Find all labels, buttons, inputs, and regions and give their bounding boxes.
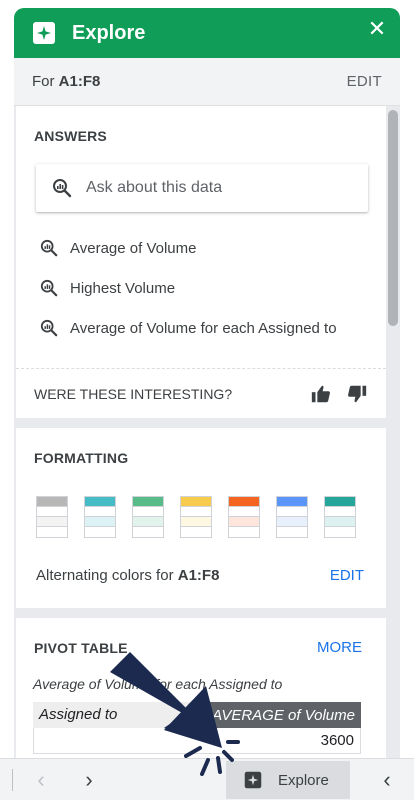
range-label: For A1:F8 [32,73,100,90]
formatting-edit-button[interactable]: EDIT [330,567,364,584]
answers-card: ANSWERS Ask about this data Average of V… [16,106,386,418]
search-data-icon [40,279,58,297]
color-swatch[interactable] [228,496,260,538]
suggestion-item[interactable]: Average of Volume [40,239,196,257]
collapse-panel-icon[interactable]: ‹ [374,767,400,793]
explore-header: Explore ✕ [14,8,400,58]
pivot-subtitle: Average of Volume for each Assigned to [33,676,283,692]
formatting-title: FORMATTING [34,450,129,466]
range-bar: For A1:F8 EDIT [14,58,400,106]
pivot-col-average: AVERAGE of Volume [212,706,355,724]
pivot-header-row: Assigned to AVERAGE of Volume [33,702,361,728]
suggestion-label: Highest Volume [70,279,176,297]
color-swatch[interactable] [36,496,68,538]
color-swatch[interactable] [84,496,116,538]
pivot-cell-value: 3600 [320,732,354,749]
sheet-tab-bar: ‹ › Explore ‹ [0,758,414,800]
explore-panel: ANSWERS Ask about this data Average of V… [14,106,400,758]
color-swatch[interactable] [180,496,212,538]
explore-button-label: Explore [278,771,329,789]
suggestion-item[interactable]: Average of Volume for each Assigned to [40,319,337,337]
panel-title: Explore [72,21,146,44]
pivot-preview-table[interactable]: Assigned to AVERAGE of Volume 3600 [33,702,361,754]
formatting-caption-range: A1:F8 [177,567,220,584]
pivot-col-assigned: Assigned to [33,702,201,728]
thumbs-down-icon[interactable] [346,383,368,405]
close-icon[interactable]: ✕ [366,18,388,40]
explore-icon [244,771,262,789]
range-value: A1:F8 [58,73,101,90]
color-swatches [36,496,366,542]
range-edit-button[interactable]: EDIT [347,73,382,90]
table-row: 3600 [33,728,361,754]
thumbs-up-icon[interactable] [310,383,332,405]
range-prefix: For [32,73,55,90]
explore-logo-icon [33,22,55,44]
explore-button[interactable]: Explore [226,761,350,799]
scroll-left-icon[interactable]: ‹ [28,767,54,793]
tab-divider [12,769,13,791]
pivot-more-button[interactable]: MORE [317,639,362,656]
feedback-question: WERE THESE INTERESTING? [34,385,233,402]
search-data-icon [40,319,58,337]
suggestion-label: Average of Volume [70,239,197,257]
pivot-title: PIVOT TABLE [34,640,128,656]
suggestion-label: Average of Volume for each Assigned to [70,319,337,337]
panel-scrollbar[interactable] [388,110,398,326]
color-swatch[interactable] [324,496,356,538]
ask-placeholder: Ask about this data [86,179,223,196]
scroll-right-icon[interactable]: › [76,767,102,793]
search-data-icon [40,239,58,257]
answers-title: ANSWERS [34,128,107,144]
color-swatch[interactable] [132,496,164,538]
suggestion-item[interactable]: Highest Volume [40,279,175,297]
color-swatch[interactable] [276,496,308,538]
feedback-row: WERE THESE INTERESTING? [16,368,386,418]
formatting-caption: Alternating colors for A1:F8 [36,567,219,584]
formatting-caption-prefix: Alternating colors for [36,567,174,584]
search-data-icon [53,179,72,198]
ask-data-input[interactable]: Ask about this data [36,164,368,212]
